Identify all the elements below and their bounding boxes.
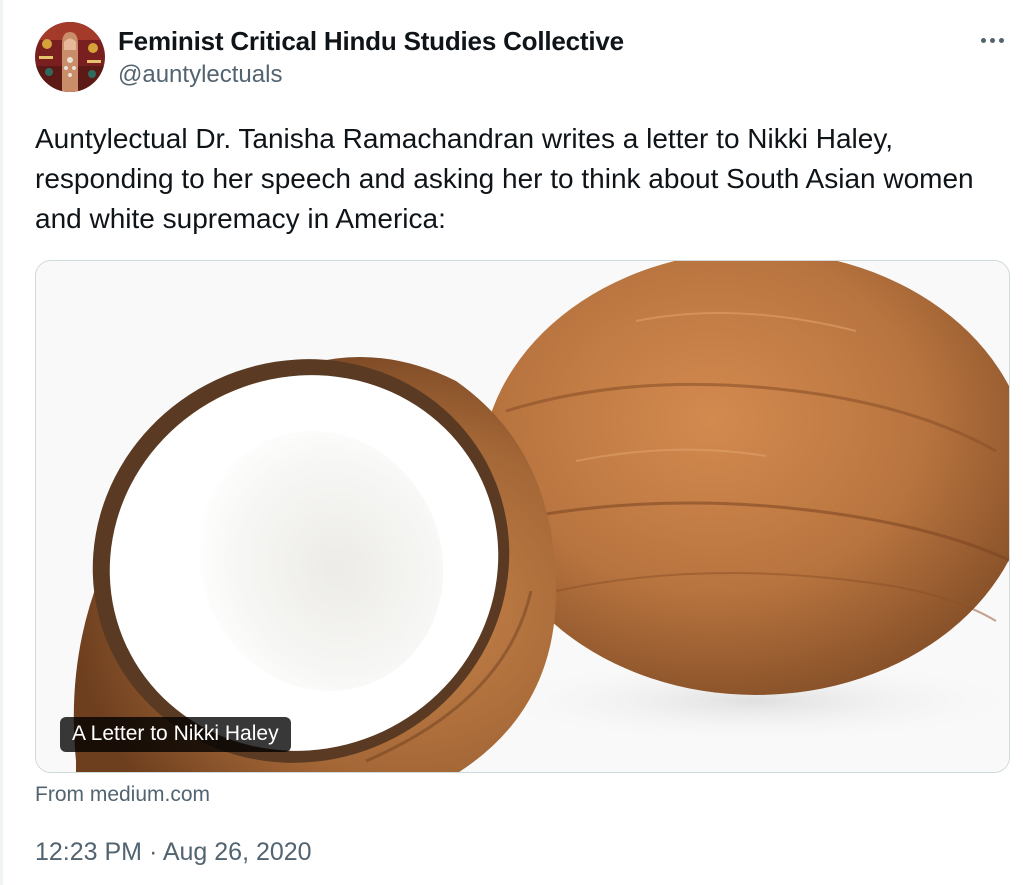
- avatar-image: [35, 22, 105, 92]
- author-display-name[interactable]: Feminist Critical Hindu Studies Collecti…: [118, 26, 624, 57]
- coconut-image: [36, 261, 1009, 772]
- card-title: A Letter to Nikki Haley: [60, 717, 291, 752]
- tweet-text: Auntylectual Dr. Tanisha Ramachandran wr…: [35, 123, 974, 234]
- link-card[interactable]: A Letter to Nikki Haley: [35, 260, 1010, 773]
- more-horizontal-icon: [980, 37, 986, 43]
- more-dot: [998, 37, 1004, 43]
- card-source[interactable]: From medium.com: [35, 783, 210, 807]
- more-options-button[interactable]: [976, 28, 1008, 52]
- timeline-border: [0, 0, 3, 885]
- tweet: Feminist Critical Hindu Studies Collecti…: [0, 0, 1023, 885]
- tweet-timestamp[interactable]: 12:23 PM · Aug 26, 2020: [35, 838, 312, 867]
- more-dot: [989, 37, 995, 43]
- avatar[interactable]: [35, 22, 105, 92]
- author-handle[interactable]: @auntylectuals: [118, 61, 282, 89]
